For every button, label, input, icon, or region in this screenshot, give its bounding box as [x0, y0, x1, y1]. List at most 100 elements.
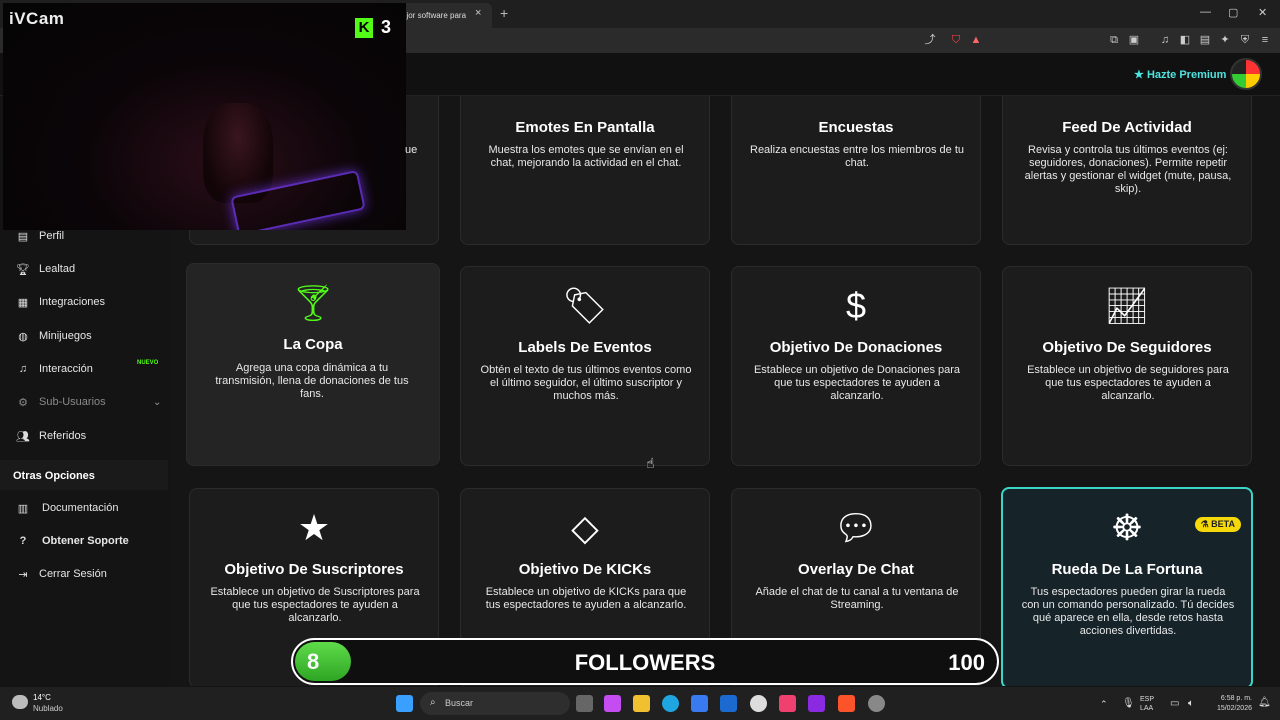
app-icon[interactable] [808, 695, 825, 712]
minimize-icon[interactable]: — [1200, 6, 1211, 18]
widget-card-encuestas[interactable]: Encuestas Realiza encuestas entre los mi… [731, 96, 981, 245]
premium-link[interactable]: ★ Hazte Premium [1134, 68, 1226, 81]
settings-icon[interactable] [868, 695, 885, 712]
sidebar-item-cerrar-sesion[interactable]: ⇥ Cerrar Sesión [16, 564, 107, 584]
nuevo-badge: NUEVO [137, 360, 159, 366]
brave-shield-icon[interactable]: ⛉ [949, 33, 963, 47]
sidebar-item-minijuegos[interactable]: ◍ Minijuegos [16, 326, 92, 346]
gem-icon: ◇ [571, 507, 599, 548]
weather-desc: Nublado [33, 704, 63, 713]
network-icon[interactable]: ▭ [1170, 698, 1179, 709]
card-desc: Revisa y controla tus últimos eventos (e… [1024, 144, 1232, 195]
edge-icon[interactable] [662, 695, 679, 712]
card-title: Feed De Actividad [1062, 119, 1192, 136]
sidebar-item-label: Cerrar Sesión [39, 568, 107, 580]
rewards-icon[interactable]: ▲ [969, 33, 983, 47]
volume-icon[interactable]: 🔈︎ [1188, 698, 1194, 709]
beta-badge: ⚗ BETA [1194, 517, 1241, 532]
share-icon[interactable]: ⤴ [923, 33, 937, 47]
mail-icon[interactable] [720, 695, 737, 712]
users-icon: 👥︎ [16, 430, 30, 443]
lang-top: ESP [1140, 696, 1155, 703]
kick-viewer-count: 3 [381, 17, 392, 37]
dollar-icon: $ [845, 285, 867, 326]
sidebar-item-soporte[interactable]: ? Obtener Soporte [16, 531, 129, 551]
clock-date[interactable]: 15/02/2026 [1205, 705, 1252, 712]
card-title: Objetivo De Donaciones [769, 339, 943, 356]
windows-start-icon[interactable] [396, 695, 413, 712]
obs-icon[interactable] [750, 695, 767, 712]
trophy-icon: 🏆︎ [16, 263, 30, 276]
question-icon: ? [19, 535, 27, 547]
followers-goal-bar: 8 FOLLOWERS 100 [291, 638, 999, 685]
card-desc: Añade el chat de tu canal a tu ventana d… [755, 586, 959, 611]
mic-icon[interactable]: 🎙︎ [1122, 698, 1135, 709]
task-view-icon[interactable] [576, 695, 593, 712]
maximize-icon[interactable]: ▢ [1228, 6, 1238, 19]
screenshot-icon[interactable]: ▣ [1127, 33, 1141, 47]
tab-close-icon[interactable]: × [475, 7, 481, 19]
notification-icon[interactable]: 🔔︎ [1258, 697, 1271, 708]
card-desc: Establece un objetivo de Suscriptores pa… [210, 586, 420, 624]
gamepad-icon: ◍ [18, 330, 28, 343]
new-tab-icon[interactable]: + [500, 5, 508, 21]
tray-chevron-icon[interactable]: ⌃ [1100, 699, 1108, 710]
widget-card-seguidores[interactable]: 📈︎ Objetivo De Seguidores Establece un o… [1002, 266, 1252, 466]
sidebar-item-documentacion[interactable]: ▥ Documentación [16, 498, 119, 518]
card-title: Emotes En Pantalla [515, 119, 655, 136]
music-icon: ♫ [18, 363, 28, 375]
chevron-down-icon[interactable]: ⌄ [153, 397, 161, 408]
sidebar-item-interaccion[interactable]: ♫ Interacción [16, 359, 93, 379]
followers-label: FOLLOWERS [574, 650, 716, 675]
widget-card-labels[interactable]: 🏷︎ Labels De Eventos Obtén el texto de t… [460, 266, 710, 466]
widget-card-rueda[interactable]: ☸ ⚗ BETA Rueda De La Fortuna Tus especta… [1001, 487, 1253, 686]
sidebar-item-label: Integraciones [39, 296, 106, 308]
section-title: Otras Opciones [0, 460, 168, 490]
widget-card-emotes[interactable]: Emotes En Pantalla Muestra los emotes qu… [460, 96, 710, 245]
sidebar-item-label: Minijuegos [39, 330, 92, 342]
card-desc: Tus espectadores pueden girar la rueda c… [1021, 586, 1235, 637]
vpn-icon[interactable]: ⛨ [1238, 33, 1252, 47]
sidebar-item-referidos[interactable]: 👥︎ Referidos [16, 426, 86, 446]
webcam-overlay: iVCam K 3 [3, 3, 406, 230]
beta-label: BETA [1211, 519, 1235, 529]
sidebar-item-integraciones[interactable]: ▦ Integraciones [16, 292, 105, 312]
card-desc: Establece un objetivo de Donaciones para… [753, 364, 961, 402]
partial-card-text: ue [405, 144, 418, 156]
sidebar-item-label: Referidos [39, 430, 87, 442]
media-icon[interactable]: ♫ [1158, 33, 1172, 47]
close-window-icon[interactable]: ✕ [1258, 6, 1267, 19]
file-explorer-icon[interactable] [633, 695, 650, 712]
music-app-icon[interactable] [779, 695, 796, 712]
card-title: La Copa [283, 336, 343, 353]
weather-temp: 14°C [33, 693, 51, 702]
card-title: Labels De Eventos [518, 339, 652, 356]
sidebar-item-lealtad[interactable]: 🏆︎ Lealtad [16, 259, 75, 279]
search-icon: ⌕ [430, 697, 436, 708]
lang-bottom: LAA [1140, 705, 1154, 712]
clock-time[interactable]: 6:58 p. m. [1210, 695, 1252, 702]
tab-title: ejor software para [402, 11, 467, 20]
webcam-person [203, 103, 273, 203]
copilot-icon[interactable] [604, 695, 621, 712]
avatar[interactable] [1230, 58, 1262, 90]
sidebar-icon[interactable]: ◧ [1178, 33, 1192, 47]
widget-card-la-copa[interactable]: 🍸︎ La Copa Agrega una copa dinámica a tu… [186, 263, 440, 466]
card-desc: Establece un objetivo de KICKs para que … [485, 586, 687, 611]
book-icon: ▥ [17, 502, 29, 515]
card-title: Overlay De Chat [798, 561, 914, 578]
cloud-icon[interactable] [12, 695, 28, 709]
store-icon[interactable] [691, 695, 708, 712]
extensions-icon[interactable]: ⧉ [1107, 33, 1121, 47]
search-input[interactable]: Buscar [420, 692, 570, 715]
flask-icon: ⚗ [1200, 519, 1212, 529]
sidebar-item-label: Sub-Usuarios [39, 396, 106, 408]
leo-icon[interactable]: ✦ [1218, 33, 1232, 47]
sidebar-item-sub-usuarios[interactable]: ⚙ Sub-Usuarios [16, 392, 106, 412]
widget-card-donaciones[interactable]: $ Objetivo De Donaciones Establece un ob… [731, 266, 981, 466]
wallet-icon[interactable]: ▤ [1198, 33, 1212, 47]
menu-icon[interactable]: ≡ [1258, 33, 1272, 47]
widget-card-feed[interactable]: Feed De Actividad Revisa y controla tus … [1002, 96, 1252, 245]
sidebar-item-label: Obtener Soporte [42, 535, 129, 547]
brave-icon[interactable] [838, 695, 855, 712]
